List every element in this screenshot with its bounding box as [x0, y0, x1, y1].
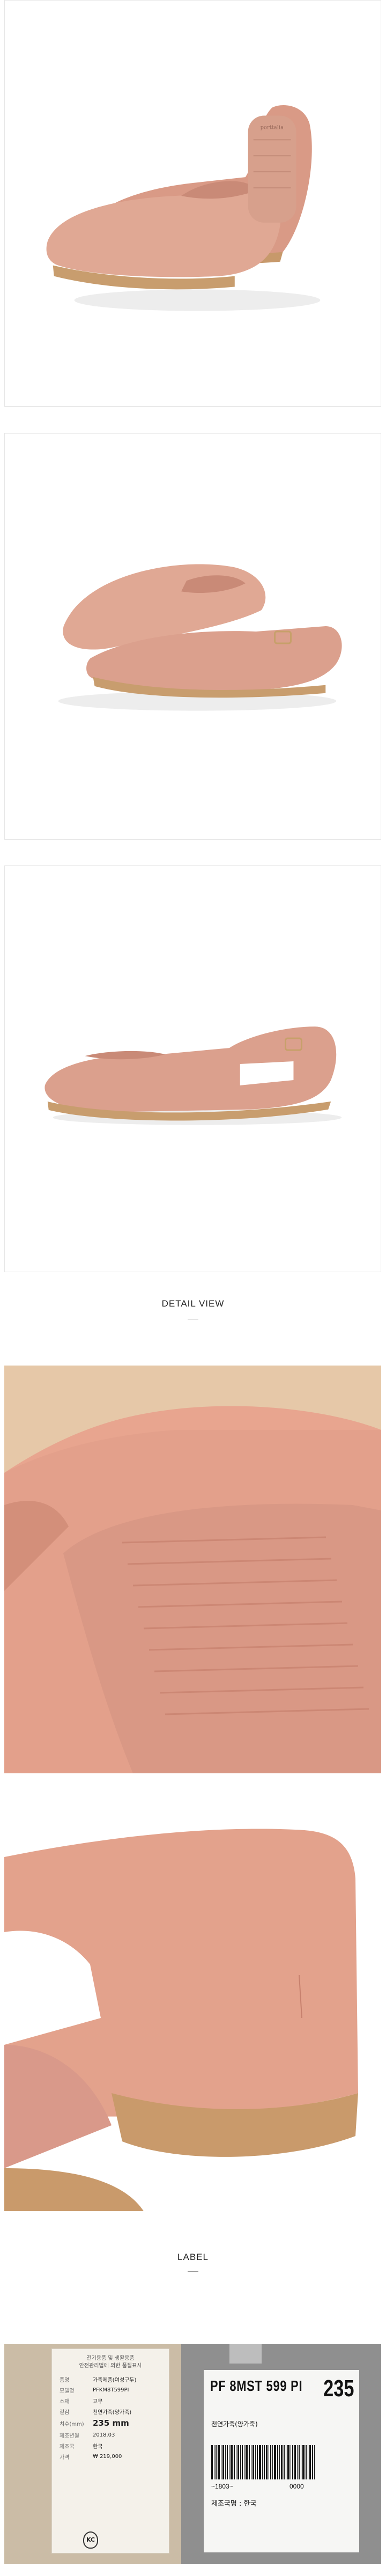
- label-photo: 전기용품 및 생활용품 안전관리법에 의한 품질표시 품명 가죽제품(여성구두)…: [4, 2344, 381, 2564]
- care-tag-key: 모델명: [60, 2388, 75, 2394]
- care-tag-key: 겉감: [60, 2409, 70, 2416]
- sticker-material: 천연가죽(양가죽): [211, 2420, 258, 2428]
- detail-photo-heel: [4, 1793, 381, 2211]
- care-tag-value: 235 mm: [93, 2418, 129, 2428]
- size-sticker: PF 8MST 599 PI 235 천연가죽(양가죽) ~1803~ 0000…: [204, 2370, 359, 2552]
- sticker-lot: ~1803~: [211, 2483, 233, 2490]
- shoe-illustration-pair-top: porttalia: [5, 1, 381, 406]
- care-tag-value: 고무: [93, 2398, 103, 2405]
- care-tag-row: 가격 ₩ 219,000: [60, 2452, 164, 2461]
- shoe-illustration-pair-side: [5, 434, 381, 839]
- care-tag-value: ₩ 219,000: [93, 2453, 122, 2460]
- care-tag-key: 가격: [60, 2454, 70, 2461]
- sticker-size: 235: [323, 2375, 354, 2402]
- care-tag-key: 치수(mm): [60, 2421, 84, 2427]
- care-tag-row: 치수(mm) 235 mm: [60, 2418, 164, 2428]
- product-photo-2: [4, 433, 381, 840]
- care-tag-row: 제조년월 2018.03: [60, 2431, 164, 2439]
- product-photo-1: porttalia: [4, 0, 381, 407]
- kc-certification-icon: KC: [83, 2531, 98, 2549]
- care-tag-row: 소재 고무: [60, 2396, 164, 2405]
- shoe-closeup-weave: [4, 1366, 381, 1773]
- care-tag-title-2: 안전관리법에 의한 품질표시: [79, 2363, 142, 2369]
- label-divider: [188, 2271, 198, 2272]
- care-tag-value: 2018.03: [93, 2432, 115, 2438]
- care-tag-row: 겉감 천연가죽(양가죽): [60, 2407, 164, 2416]
- sticker-number: 0000: [290, 2483, 304, 2490]
- care-tag-row: 품명 가죽제품(여성구두): [60, 2375, 164, 2383]
- care-tag-title-1: 전기용품 및 생활용품: [86, 2355, 135, 2361]
- care-tag-key: 제조년월: [60, 2433, 79, 2439]
- care-tag-key: 제조국: [60, 2443, 75, 2450]
- care-tag-value: 천연가죽(양가죽): [93, 2409, 132, 2416]
- care-tag-key: 소재: [60, 2398, 70, 2405]
- care-tag-row: 모델명 PFKM8T599PI: [60, 2386, 164, 2394]
- shoe-closeup-heel: [4, 1793, 381, 2211]
- barcode-icon: [211, 2445, 352, 2479]
- care-tag-value: 한국: [93, 2443, 103, 2450]
- care-tag-value: 가죽제품(여성구두): [93, 2377, 137, 2383]
- label-heading: LABEL: [177, 2252, 209, 2262]
- sticker-model-code: PF 8MST 599 PI: [210, 2377, 303, 2394]
- care-tag-row: 제조국 한국: [60, 2441, 164, 2450]
- sticker-origin: 제조국명 : 한국: [211, 2500, 257, 2508]
- detail-view-heading: DETAIL VIEW: [161, 1298, 225, 1309]
- product-photo-3: [4, 865, 381, 1272]
- shoe-illustration-single-side: [5, 866, 381, 1272]
- care-tag-key: 품명: [60, 2377, 70, 2383]
- care-tag: 전기용품 및 생활용품 안전관리법에 의한 품질표시 품명 가죽제품(여성구두)…: [51, 2349, 169, 2553]
- shoe-logo: porttalia: [261, 124, 284, 130]
- care-tag-value: PFKM8T599PI: [93, 2387, 129, 2393]
- detail-photo-weave: [4, 1366, 381, 1773]
